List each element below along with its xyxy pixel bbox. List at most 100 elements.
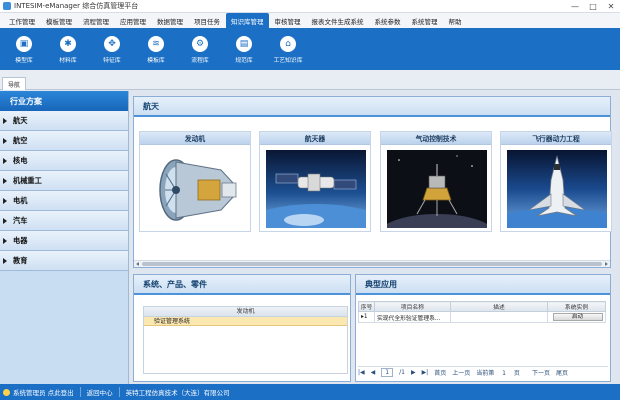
menu-item[interactable]: 工作管理: [4, 13, 40, 28]
sidebar-item-label: 核电: [13, 155, 28, 165]
aerospace-panel: 航天 发动机 航天器 气动控制技术 飞行器动力工程: [133, 96, 612, 268]
toolbar-button[interactable]: ✱ 材料库: [46, 30, 90, 70]
ribbon-toolbar: ▣ 模型库 ✱ 材料库 ✥ 特征库 ≋ 模板库 ⚙ 流程库 ▤ 规范库 ⌂ 工艺知识库: [0, 30, 620, 70]
first-page-icon[interactable]: |◀: [358, 369, 365, 376]
home-page-link[interactable]: 首页: [434, 368, 446, 377]
menu-bar: 工作管理 模板管理 流程管理 应用管理 数据管理 项目任务 知识库管理 审核管理 报表文件生成系…: [0, 13, 620, 30]
card-title: 飞行器动力工程: [501, 132, 611, 145]
row-index-cell: ▸1: [358, 311, 375, 323]
sidebar-item[interactable]: 汽车: [0, 211, 128, 231]
sidebar-item[interactable]: 教育: [0, 251, 128, 271]
process-library-icon: ⚙: [192, 36, 208, 52]
icon-glyph: ✱: [64, 38, 72, 49]
sidebar-item-label: 教育: [13, 255, 28, 265]
toolbar-button[interactable]: ▣ 模型库: [2, 30, 46, 70]
app-logo-icon: [3, 2, 11, 10]
industry-sidebar: 行业方案 航天 航空 核电 机械重工 电机 汽车 电器 教育: [0, 91, 129, 384]
toolbar-label: 模板库: [147, 58, 165, 64]
typical-application-panel: 典型应用 序号 项目名称 描述 系统实例 ▸1 实现代全形验证管理系... 启动…: [355, 274, 611, 382]
menu-item[interactable]: 数据管理: [152, 13, 188, 28]
tree-row-selected[interactable]: 验证管理系统: [144, 317, 347, 326]
column-header-name[interactable]: 项目名称: [373, 301, 451, 312]
menu-item[interactable]: 系统管理: [407, 13, 443, 28]
sidebar-item-label: 电机: [13, 195, 28, 205]
column-header-instance[interactable]: 系统实例: [547, 301, 606, 312]
model-library-icon: ▣: [16, 36, 32, 52]
expand-arrow-icon: [3, 237, 7, 244]
system-panel-title: 系统、产品、零件: [134, 275, 350, 295]
end-page-link[interactable]: 尾页: [556, 368, 568, 377]
system-product-part-panel: 系统、产品、零件 发动机 验证管理系统: [133, 274, 351, 382]
last-page-icon[interactable]: ▶|: [422, 369, 429, 376]
sidebar-item-label: 航天: [13, 115, 28, 125]
standard-library-icon: ▤: [236, 36, 252, 52]
status-bar: 系统管理员 点此登出 返回中心 英特工程仿真技术（大连）有限公司: [0, 384, 620, 400]
company-name: 英特工程仿真技术（大连）有限公司: [125, 389, 230, 397]
tab-navigation[interactable]: 导航: [2, 77, 27, 90]
spacecraft-image: [266, 150, 366, 228]
card-title: 气动控制技术: [381, 132, 491, 145]
aerospace-panel-title: 航天: [134, 97, 610, 117]
menu-item[interactable]: 报表文件生成系统: [307, 13, 369, 28]
feature-library-icon: ✥: [104, 36, 120, 52]
application-table: 序号 项目名称 描述 系统实例 ▸1 实现代全形验证管理系... 启动: [358, 301, 606, 323]
window-title: INTESIM-eManager 综合仿真管理平台: [14, 2, 139, 10]
row-action-cell: 启动: [547, 311, 606, 323]
page-total: /1: [399, 369, 405, 376]
toolbar-button[interactable]: ⚙ 流程库: [178, 30, 222, 70]
card-title: 航天器: [260, 132, 370, 145]
card-engine[interactable]: 发动机: [139, 131, 251, 232]
template-library-icon: ≋: [148, 36, 164, 52]
card-propulsion[interactable]: 飞行器动力工程: [500, 131, 612, 232]
start-button[interactable]: 启动: [552, 313, 603, 321]
menu-item[interactable]: 项目任务: [189, 13, 225, 28]
craft-knowledge-icon: ⌂: [280, 36, 296, 52]
return-center-link[interactable]: 返回中心: [87, 387, 113, 397]
prev-page-link[interactable]: 上一页: [452, 368, 470, 377]
sidebar-item[interactable]: 电机: [0, 191, 128, 211]
toolbar-button[interactable]: ≋ 模板库: [134, 30, 178, 70]
system-tree: 发动机 验证管理系统: [143, 306, 348, 374]
lander-image: [387, 150, 487, 228]
menu-item[interactable]: 知识库管理: [226, 13, 269, 28]
sidebar-item-label: 汽车: [13, 215, 28, 225]
menu-item[interactable]: 系统参数: [370, 13, 406, 28]
prev-page-icon[interactable]: ◀: [371, 369, 376, 376]
menu-item[interactable]: 模板管理: [41, 13, 77, 28]
toolbar-label: 规范库: [235, 58, 253, 64]
sidebar-item[interactable]: 机械重工: [0, 171, 128, 191]
menu-item[interactable]: 帮助: [444, 13, 467, 28]
page-number-input[interactable]: 1: [381, 368, 394, 377]
sidebar-item-label: 机械重工: [13, 175, 42, 185]
menu-item[interactable]: 应用管理: [115, 13, 151, 28]
toolbar-button[interactable]: ⌂ 工艺知识库: [266, 30, 310, 70]
aerospace-scrollbar[interactable]: [134, 260, 610, 267]
column-header-index[interactable]: 序号: [358, 301, 375, 312]
close-button[interactable]: ✕: [602, 0, 620, 13]
card-aero-control[interactable]: 气动控制技术: [380, 131, 492, 232]
column-header-description[interactable]: 描述: [449, 301, 549, 312]
minimize-button[interactable]: —: [566, 0, 584, 13]
tree-header: 发动机: [144, 307, 347, 317]
table-row[interactable]: ▸1 实现代全形验证管理系... 启动: [358, 311, 606, 323]
sidebar-item[interactable]: 航空: [0, 131, 128, 151]
toolbar-label: 工艺知识库: [273, 58, 303, 64]
toolbar-button[interactable]: ▤ 规范库: [222, 30, 266, 70]
card-spacecraft[interactable]: 航天器: [259, 131, 371, 232]
sidebar-item[interactable]: 电器: [0, 231, 128, 251]
tab-strip: 导航: [0, 70, 620, 90]
maximize-button[interactable]: □: [584, 0, 602, 13]
menu-item[interactable]: 流程管理: [78, 13, 114, 28]
scroll-right-icon[interactable]: [605, 262, 608, 266]
next-page-link[interactable]: 下一页: [532, 368, 550, 377]
scroll-left-icon[interactable]: [136, 262, 139, 266]
toolbar-button[interactable]: ✥ 特征库: [90, 30, 134, 70]
sidebar-item[interactable]: 核电: [0, 151, 128, 171]
user-icon: [3, 388, 10, 396]
logout-link[interactable]: 系统管理员 点此登出: [13, 387, 74, 397]
sidebar-item[interactable]: 航天: [0, 111, 128, 131]
scroll-thumb[interactable]: [142, 262, 602, 266]
icon-glyph: ≋: [152, 38, 160, 49]
next-page-icon[interactable]: ▶: [411, 369, 416, 376]
menu-item[interactable]: 审核管理: [270, 13, 306, 28]
